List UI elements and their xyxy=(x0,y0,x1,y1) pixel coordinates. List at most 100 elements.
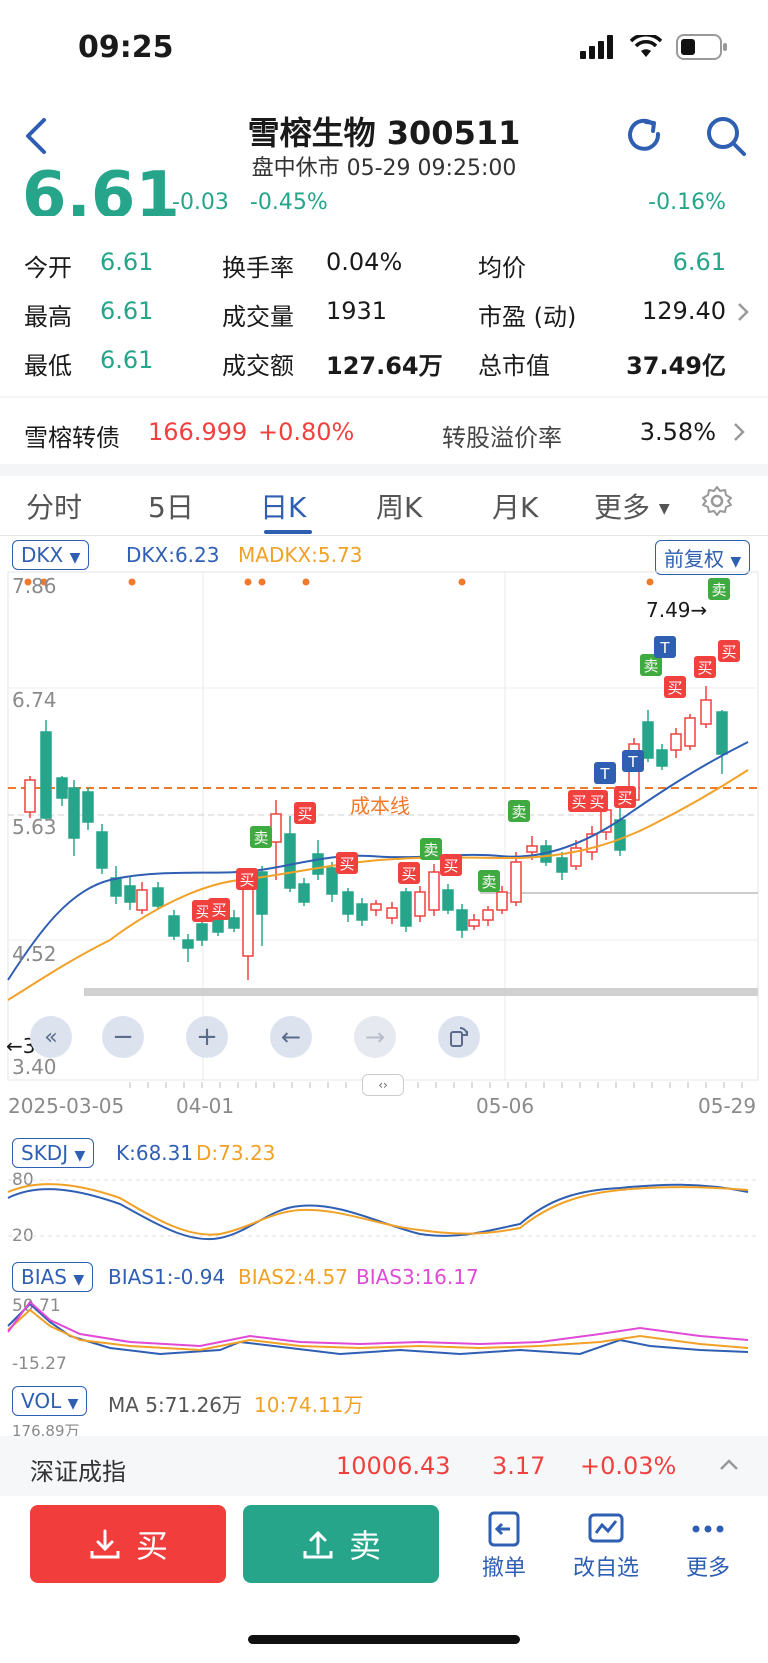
buy-signal-badge-text: 买 xyxy=(443,857,458,875)
chevron-up-icon[interactable] xyxy=(718,1454,740,1480)
candle-body xyxy=(110,877,122,897)
collapse-icon: « xyxy=(44,1024,58,1050)
candle-body xyxy=(40,731,52,819)
avg-value: 6.61 xyxy=(672,248,726,276)
more-dots-icon xyxy=(692,1525,724,1533)
sell-label: 卖 xyxy=(348,1527,381,1565)
chart-frame xyxy=(7,571,759,1081)
bias-selector[interactable]: BIAS ▼ xyxy=(12,1262,94,1292)
upload-icon xyxy=(303,1530,333,1559)
skdj-chart xyxy=(7,1179,758,1241)
max-price-marker: 7.49→ xyxy=(646,598,707,622)
vol-y-top: 176.89万 xyxy=(12,1422,80,1436)
zoom-in-button[interactable]: + xyxy=(186,1016,228,1058)
indicator-selector-label: DKX xyxy=(21,543,64,567)
caret-down-icon: ▼ xyxy=(69,550,81,566)
divider xyxy=(0,535,768,536)
sell-signal-badge-text: 卖 xyxy=(423,841,438,859)
edit-watchlist-button[interactable]: 改自选 xyxy=(566,1508,646,1582)
tab-weekly-k[interactable]: 周K xyxy=(376,486,422,526)
refresh-button[interactable] xyxy=(620,112,668,160)
candle-body xyxy=(326,867,338,895)
candle-body xyxy=(270,813,282,843)
vol-ma10: 10:74.11万 xyxy=(254,1393,364,1417)
chart-resize-handle[interactable]: ‹› xyxy=(362,1074,404,1096)
price-change: -0.03 -0.45% xyxy=(172,190,328,215)
date-label-end: 05-29 xyxy=(698,1094,757,1118)
candle-body xyxy=(684,717,696,747)
more-button[interactable]: 更多 xyxy=(668,1508,748,1582)
rotate-icon xyxy=(450,1027,468,1047)
tab-more[interactable]: 更多 ▼ xyxy=(594,486,670,526)
bias3-line xyxy=(7,1300,749,1348)
zoom-out-button[interactable]: − xyxy=(102,1016,144,1058)
collapse-chart-button[interactable]: « xyxy=(30,1016,72,1058)
mcap-value: 37.49亿 xyxy=(626,352,726,380)
amount-label: 成交额 xyxy=(222,352,294,380)
pe-label[interactable]: 市盈 (动) xyxy=(478,297,576,332)
edit-watchlist-icon xyxy=(588,1513,624,1543)
candle-body xyxy=(342,891,354,915)
vol-selector[interactable]: VOL ▼ xyxy=(12,1386,88,1416)
skdj-selector[interactable]: SKDJ ▼ xyxy=(12,1138,95,1168)
index-change-pct: +0.03% xyxy=(580,1452,677,1480)
bias1-value: BIAS1:-0.94 xyxy=(108,1265,226,1289)
tab-5day[interactable]: 5日 xyxy=(148,486,194,526)
candle-body xyxy=(182,939,194,949)
rotate-button[interactable] xyxy=(438,1016,480,1058)
wifi-icon xyxy=(630,35,662,57)
date-label-3: 05-06 xyxy=(476,1094,535,1118)
tab-monthly-k[interactable]: 月K xyxy=(492,486,538,526)
search-button[interactable] xyxy=(702,112,750,160)
settings-button[interactable] xyxy=(700,484,734,522)
index-bar[interactable]: 深证成指 10006.43 3.17 +0.03% xyxy=(0,1436,768,1496)
y-label-top: 7.86 xyxy=(12,574,57,598)
battery-icon xyxy=(676,34,727,60)
caret-down-icon: ▼ xyxy=(730,554,742,570)
plus-icon: + xyxy=(196,1022,218,1052)
buy-signal-badge-text: 买 xyxy=(589,793,604,811)
candle-body xyxy=(82,791,94,823)
sell-button[interactable]: 卖 xyxy=(243,1505,439,1583)
buy-signal-badge-text: 买 xyxy=(617,789,632,807)
candle-body xyxy=(526,845,538,853)
chevron-right-icon[interactable] xyxy=(736,300,750,328)
buy-signal-badge-text: 买 xyxy=(401,865,416,883)
pan-right-button[interactable]: → xyxy=(354,1016,396,1058)
vol-selector-label: VOL xyxy=(21,1389,62,1413)
signal-dot xyxy=(244,578,252,586)
candle-body xyxy=(642,721,654,759)
open-label: 今开 xyxy=(24,254,72,282)
candle-body xyxy=(68,787,80,839)
candle-body xyxy=(136,889,148,911)
tab-daily-k[interactable]: 日K xyxy=(260,486,306,526)
gear-icon xyxy=(702,486,732,516)
tab-intraday[interactable]: 分时 xyxy=(26,486,82,526)
index-value: 10006.43 xyxy=(336,1452,451,1480)
t-signal-badge-text: T xyxy=(627,753,638,771)
sell-signal-badge-text: 卖 xyxy=(711,581,726,599)
convertible-bond-row[interactable]: 雪榕转债 166.999 +0.80% 转股溢价率 3.58% xyxy=(0,400,768,464)
bond-name: 雪榕转债 xyxy=(24,424,120,452)
buy-signal-badge-text: 买 xyxy=(721,643,736,661)
signal-dot xyxy=(458,578,466,586)
arrow-left-icon: ← xyxy=(6,1034,23,1058)
cancel-order-button[interactable]: 撤单 xyxy=(464,1508,544,1582)
divider xyxy=(0,464,768,476)
candle-body xyxy=(468,919,480,927)
pan-left-button[interactable]: ← xyxy=(270,1016,312,1058)
cost-line-label: 成本线 xyxy=(350,794,410,818)
home-indicator xyxy=(248,1635,520,1644)
index-change: 3.17 xyxy=(492,1452,546,1480)
chevron-right-icon xyxy=(732,420,746,448)
candle-body xyxy=(656,749,668,767)
y-label-bottom: 3.40 xyxy=(12,1055,57,1079)
change-percent: -0.45% xyxy=(249,190,328,215)
buy-button[interactable]: 买 xyxy=(30,1505,226,1583)
open-value: 6.61 xyxy=(100,248,154,276)
right-percent: -0.16% xyxy=(648,190,726,215)
candle-body xyxy=(96,831,108,869)
volume-value: 1931 xyxy=(326,297,388,325)
indicator-selector[interactable]: DKX ▼ xyxy=(12,540,90,570)
y-label-2: 6.74 xyxy=(12,688,57,712)
